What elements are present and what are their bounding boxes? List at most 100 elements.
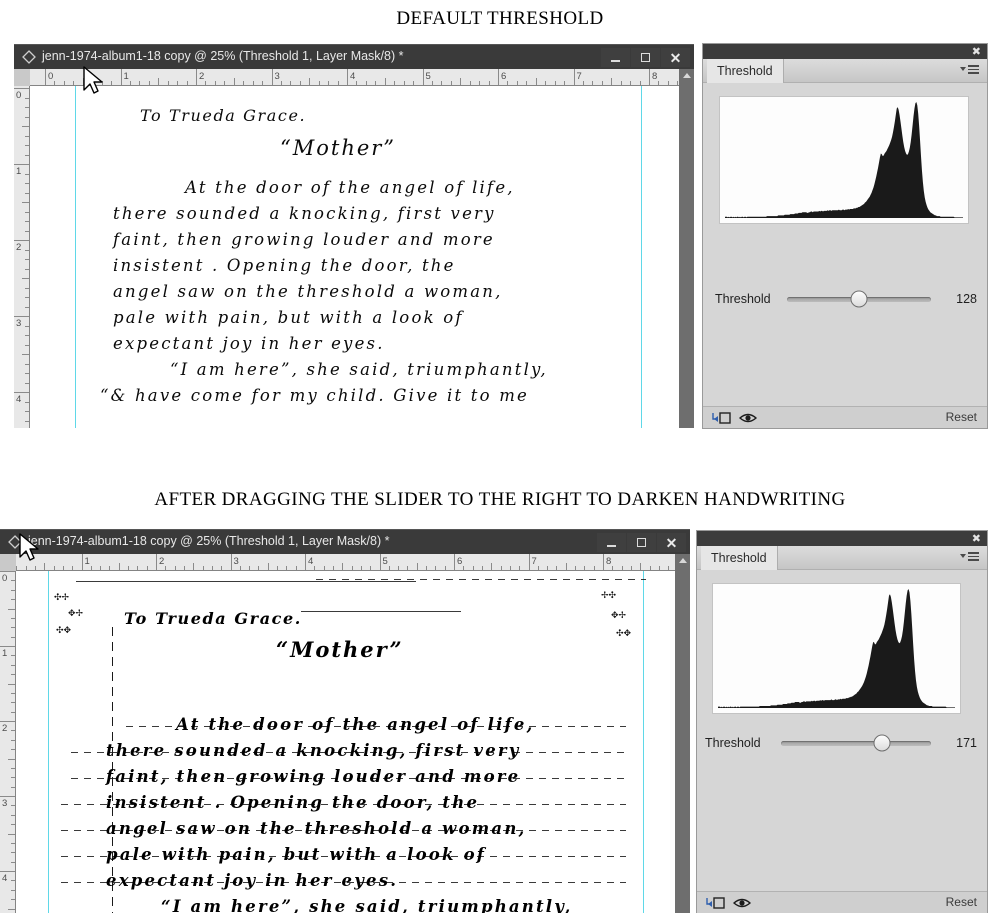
ruler-label: 0	[48, 71, 54, 82]
clip-to-layer-icon[interactable]	[711, 411, 733, 425]
ruler-minor-tick	[193, 563, 195, 570]
ruler-label: 1	[84, 556, 90, 567]
handwriting-line-7: expectant joy in her eyes.	[113, 334, 385, 353]
handwriting-line-2: there sounded a knocking, first very	[113, 204, 496, 223]
tab-threshold[interactable]: Threshold	[701, 546, 778, 570]
handwriting-line-5: angel saw on the threshold a woman,	[113, 282, 503, 301]
ruler-minor-tick	[22, 354, 29, 355]
ruler-major-tick	[230, 554, 232, 570]
photoshop-document-window-darkened[interactable]: jenn-1974-album1-18 copy @ 25% (Threshol…	[0, 529, 690, 913]
ruler-label: 8	[652, 71, 658, 82]
scroll-up-arrow-icon[interactable]	[682, 73, 691, 78]
minimize-button[interactable]	[601, 48, 630, 67]
ruler-major-tick	[81, 554, 83, 570]
threshold-slider-track[interactable]	[781, 734, 931, 752]
minimize-button[interactable]	[597, 533, 626, 552]
panel-tab-strip[interactable]: Threshold	[697, 546, 987, 570]
reset-button[interactable]: Reset	[946, 410, 977, 424]
horizontal-ruler-default[interactable]: 0 1 2 3 4 5 6 7 8	[30, 69, 679, 86]
ruler-minor-tick	[460, 78, 462, 85]
ruler-major-tick	[14, 164, 29, 165]
handwriting-line-1: At the door of the angel of life,	[176, 715, 535, 734]
threshold-panel-default[interactable]: ✖ Threshold Threshold 128 Reset	[703, 44, 987, 428]
ruler-minor-tick	[22, 278, 29, 279]
horizontal-ruler-darkened[interactable]: 012345678	[16, 554, 675, 571]
handwriting-line-3: faint, then growing louder and more	[113, 230, 495, 249]
photoshop-document-window-default[interactable]: jenn-1974-album1-18 copy @ 25% (Threshol…	[14, 44, 694, 428]
panel-footer-darkened[interactable]: Reset	[697, 891, 987, 913]
title-bar-default[interactable]: jenn-1974-album1-18 copy @ 25% (Threshol…	[14, 44, 694, 69]
threshold-panel-darkened[interactable]: ✖ Threshold Threshold 171 Reset	[697, 531, 987, 913]
title-bar-darkened[interactable]: jenn-1974-album1-18 copy @ 25% (Threshol…	[0, 529, 690, 554]
window-title-text: jenn-1974-album1-18 copy @ 25% (Threshol…	[28, 534, 390, 548]
photoshop-document-icon	[22, 50, 36, 64]
ruler-label: 4	[350, 71, 356, 82]
handwriting-line-4: insistent . Opening the door, the	[113, 256, 456, 275]
paper-artifact: ✢✣	[601, 591, 617, 601]
vertical-ruler-default[interactable]: 0 1 2 3 4	[14, 86, 30, 428]
visibility-eye-icon[interactable]	[733, 896, 751, 910]
ruler-minor-tick	[22, 202, 29, 203]
paper-rule-line	[76, 581, 416, 582]
threshold-value-default[interactable]: 128	[937, 292, 977, 306]
ruler-corner-default[interactable]	[14, 69, 30, 86]
panel-title-bar[interactable]: ✖	[697, 531, 987, 546]
threshold-slider-knob[interactable]	[873, 734, 891, 752]
threshold-value-darkened[interactable]: 171	[937, 736, 977, 750]
ruler-minor-tick	[8, 908, 15, 910]
threshold-slider-row-default[interactable]: Threshold 128	[715, 289, 977, 309]
ruler-label: 5	[382, 556, 388, 567]
panel-close-icon[interactable]: ✖	[972, 532, 981, 545]
paper-rule-line	[316, 579, 646, 580]
ruler-major-tick	[649, 69, 650, 85]
reset-button[interactable]: Reset	[946, 895, 977, 909]
tab-threshold-label: Threshold	[711, 551, 767, 565]
caption-default-threshold: DEFAULT THRESHOLD	[396, 8, 604, 29]
window-controls[interactable]: ✕	[601, 48, 690, 67]
visibility-eye-icon[interactable]	[739, 411, 757, 425]
ruler-major-tick	[0, 796, 15, 797]
window-controls[interactable]: ✕	[597, 533, 686, 552]
ruler-minor-tick	[640, 563, 642, 570]
canvas-darkened[interactable]: ✣✢ ✥✢ ✣✥ ✢✣ ✥✢ ✣✥ To Trueda Grace. “Moth…	[16, 571, 675, 913]
histogram-default	[719, 96, 969, 224]
maximize-button[interactable]	[631, 48, 660, 67]
ruler-major-tick	[379, 554, 381, 570]
threshold-slider-knob[interactable]	[850, 290, 868, 308]
handwriting-line-8: “I am here”, she said, triumphantly,	[170, 360, 548, 379]
scroll-up-arrow-icon[interactable]	[678, 558, 687, 563]
ruler-minor-tick	[309, 78, 311, 85]
ruler-corner-darkened[interactable]	[0, 554, 16, 571]
ruler-label: 4	[16, 394, 22, 405]
ruler-major-tick	[196, 69, 197, 85]
threshold-slider-row-darkened[interactable]: Threshold 171	[705, 733, 980, 753]
maximize-button[interactable]	[627, 533, 656, 552]
ruler-major-tick	[498, 69, 499, 85]
handwriting-line-2: there sounded a knocking, first very	[106, 741, 521, 760]
ruler-minor-tick	[82, 78, 84, 85]
handwriting-line-8: “I am here”, she said, triumphantly,	[161, 897, 573, 913]
vertical-scrollbar-darkened[interactable]	[675, 554, 690, 913]
ruler-minor-tick	[8, 683, 15, 685]
panel-title-bar[interactable]: ✖	[703, 44, 987, 59]
vertical-ruler-darkened[interactable]: 0 1 2 3 4	[0, 571, 16, 913]
panel-tab-strip[interactable]: Threshold	[703, 59, 987, 83]
panel-menu-icon[interactable]	[960, 65, 979, 74]
handwriting-line-7: expectant joy in her eyes.	[106, 871, 399, 890]
close-button[interactable]: ✕	[657, 533, 686, 552]
ruler-minor-tick	[611, 78, 613, 85]
panel-menu-icon[interactable]	[960, 552, 979, 561]
close-button[interactable]: ✕	[661, 48, 690, 67]
ruler-major-tick	[45, 69, 46, 85]
clip-to-layer-icon[interactable]	[705, 896, 727, 910]
panel-footer-default[interactable]: Reset	[703, 406, 987, 428]
canvas-default[interactable]: To Trueda Grace. “Mother” At the door of…	[30, 86, 679, 428]
tab-threshold[interactable]: Threshold	[707, 59, 784, 83]
vertical-scrollbar-default[interactable]	[679, 69, 694, 428]
panel-close-icon[interactable]: ✖	[972, 45, 981, 58]
threshold-slider-track[interactable]	[787, 290, 931, 308]
handwriting-line-1: At the door of the angel of life,	[185, 178, 515, 197]
ruler-label: 2	[16, 242, 22, 253]
guide-line-right	[641, 86, 642, 428]
guide-line-left	[48, 571, 49, 913]
